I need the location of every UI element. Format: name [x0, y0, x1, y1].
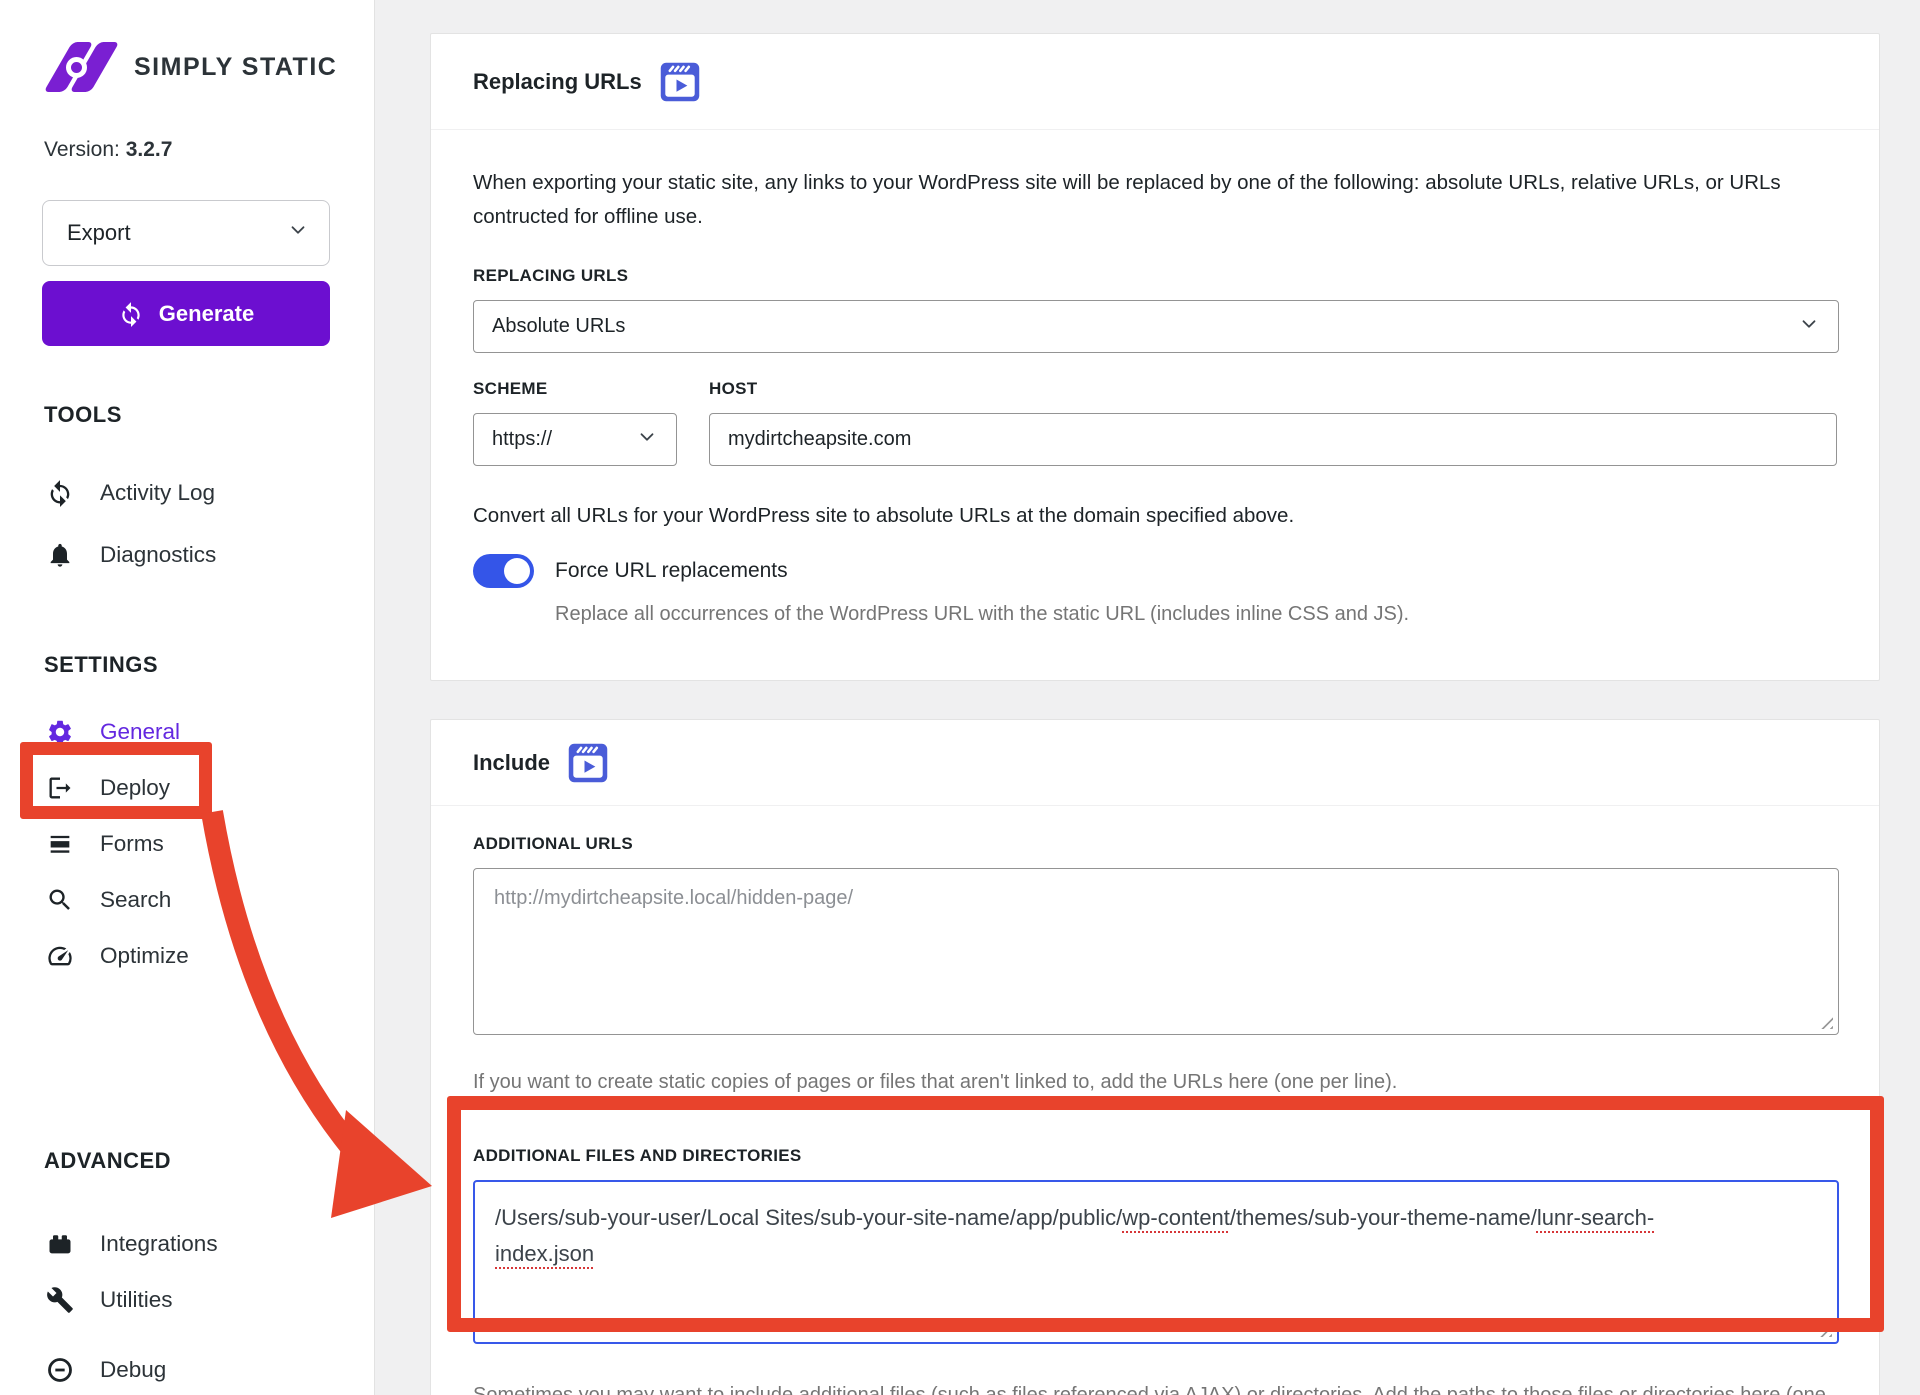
additional-urls-help: If you want to create static copies of p… [473, 1065, 1828, 1099]
brand-name: SIMPLY STATIC [134, 53, 337, 82]
settings-heading: SETTINGS [44, 652, 374, 678]
scheme-select-value: https:// [492, 428, 552, 451]
force-url-replacements-label: Force URL replacements [555, 559, 788, 583]
generate-button-label: Generate [159, 301, 254, 327]
gear-icon [46, 718, 74, 746]
additional-files-help: Sometimes you may want to include additi… [473, 1378, 1828, 1395]
gauge-icon [46, 942, 74, 970]
sidebar-item-search[interactable]: Search [0, 872, 374, 928]
sidebar-item-label: Integrations [100, 1231, 218, 1257]
settings-content: Replacing URLs When exporting your stati… [376, 0, 1920, 1395]
card-title: Replacing URLs [473, 69, 642, 95]
resize-handle[interactable] [1819, 1324, 1832, 1337]
bell-icon [46, 541, 74, 569]
sidebar-item-deploy[interactable]: Deploy [0, 760, 374, 816]
sidebar-item-label: Utilities [100, 1287, 173, 1313]
card-title: Include [473, 750, 550, 776]
include-card-header: Include [431, 720, 1879, 806]
version-line: Version: 3.2.7 [44, 138, 374, 162]
deploy-icon [46, 774, 74, 802]
video-tutorial-icon[interactable] [567, 742, 609, 784]
sidebar-item-integrations[interactable]: Integrations [0, 1216, 374, 1272]
additional-files-value: /Users/sub-your-user/Local Sites/sub-you… [495, 1200, 1740, 1272]
sync-icon [46, 479, 74, 507]
include-card: Include ADDITIONAL URLS http://mydirtche… [430, 719, 1880, 1395]
sidebar-item-label: Debug [100, 1357, 166, 1383]
host-input-value: mydirtcheapsite.com [728, 428, 911, 451]
sidebar-item-activity-log[interactable]: Activity Log [0, 462, 374, 524]
sidebar-item-label: Optimize [100, 943, 189, 969]
resize-handle[interactable] [1820, 1016, 1833, 1029]
version-value: 3.2.7 [126, 138, 173, 161]
convert-urls-text: Convert all URLs for your WordPress site… [473, 504, 1837, 528]
sync-icon [118, 301, 144, 327]
sidebar-item-label: Diagnostics [100, 542, 216, 568]
export-select-value: Export [67, 220, 131, 246]
sidebar-item-label: Activity Log [100, 480, 215, 506]
chevron-down-icon [287, 219, 309, 247]
scheme-label: SCHEME [473, 379, 677, 399]
sidebar-item-label: Deploy [100, 775, 170, 801]
sidebar-item-general[interactable]: General [0, 704, 374, 760]
additional-files-textarea[interactable]: /Users/sub-your-user/Local Sites/sub-you… [473, 1180, 1839, 1344]
brick-icon [46, 1230, 74, 1258]
force-url-replacements-toggle[interactable] [473, 554, 534, 588]
sidebar-item-debug[interactable]: Debug [0, 1342, 374, 1395]
replacing-urls-card-header: Replacing URLs [431, 34, 1879, 130]
additional-urls-placeholder: http://mydirtcheapsite.local/hidden-page… [494, 887, 853, 909]
scheme-select[interactable]: https:// [473, 413, 677, 466]
sidebar-item-diagnostics[interactable]: Diagnostics [0, 524, 374, 586]
replacing-urls-label: REPLACING URLS [473, 266, 1837, 286]
generate-button[interactable]: Generate [42, 281, 330, 346]
additional-files-label: ADDITIONAL FILES AND DIRECTORIES [473, 1146, 1837, 1166]
version-label: Version: [44, 138, 120, 161]
replacing-urls-card: Replacing URLs When exporting your stati… [430, 33, 1880, 681]
additional-urls-textarea[interactable]: http://mydirtcheapsite.local/hidden-page… [473, 868, 1839, 1035]
brand-logo: SIMPLY STATIC [44, 36, 374, 98]
sidebar-item-label: Forms [100, 831, 164, 857]
sidebar: SIMPLY STATIC Version: 3.2.7 Export Gene… [0, 0, 375, 1395]
chevron-down-icon [636, 426, 658, 454]
simply-static-logo-icon [44, 39, 118, 95]
bug-icon [46, 1356, 74, 1384]
replacing-urls-select[interactable]: Absolute URLs [473, 300, 1839, 353]
sidebar-item-utilities[interactable]: Utilities [0, 1272, 374, 1328]
additional-urls-label: ADDITIONAL URLS [473, 834, 1837, 854]
tools-heading: TOOLS [44, 402, 374, 428]
sidebar-item-label: General [100, 719, 180, 745]
host-label: HOST [709, 379, 1837, 399]
search-icon [46, 886, 74, 914]
host-input[interactable]: mydirtcheapsite.com [709, 413, 1837, 466]
replacing-urls-select-value: Absolute URLs [492, 315, 625, 338]
sidebar-item-optimize[interactable]: Optimize [0, 928, 374, 984]
sidebar-item-label: Search [100, 887, 171, 913]
chevron-down-icon [1798, 313, 1820, 341]
video-tutorial-icon[interactable] [659, 61, 701, 103]
export-select[interactable]: Export [42, 200, 330, 266]
replacing-urls-description: When exporting your static site, any lin… [473, 166, 1808, 234]
forms-icon [46, 830, 74, 858]
advanced-heading: ADVANCED [44, 1148, 374, 1174]
force-url-replacements-help: Replace all occurrences of the WordPress… [555, 603, 1837, 626]
wrench-icon [46, 1286, 74, 1314]
sidebar-item-forms[interactable]: Forms [0, 816, 374, 872]
